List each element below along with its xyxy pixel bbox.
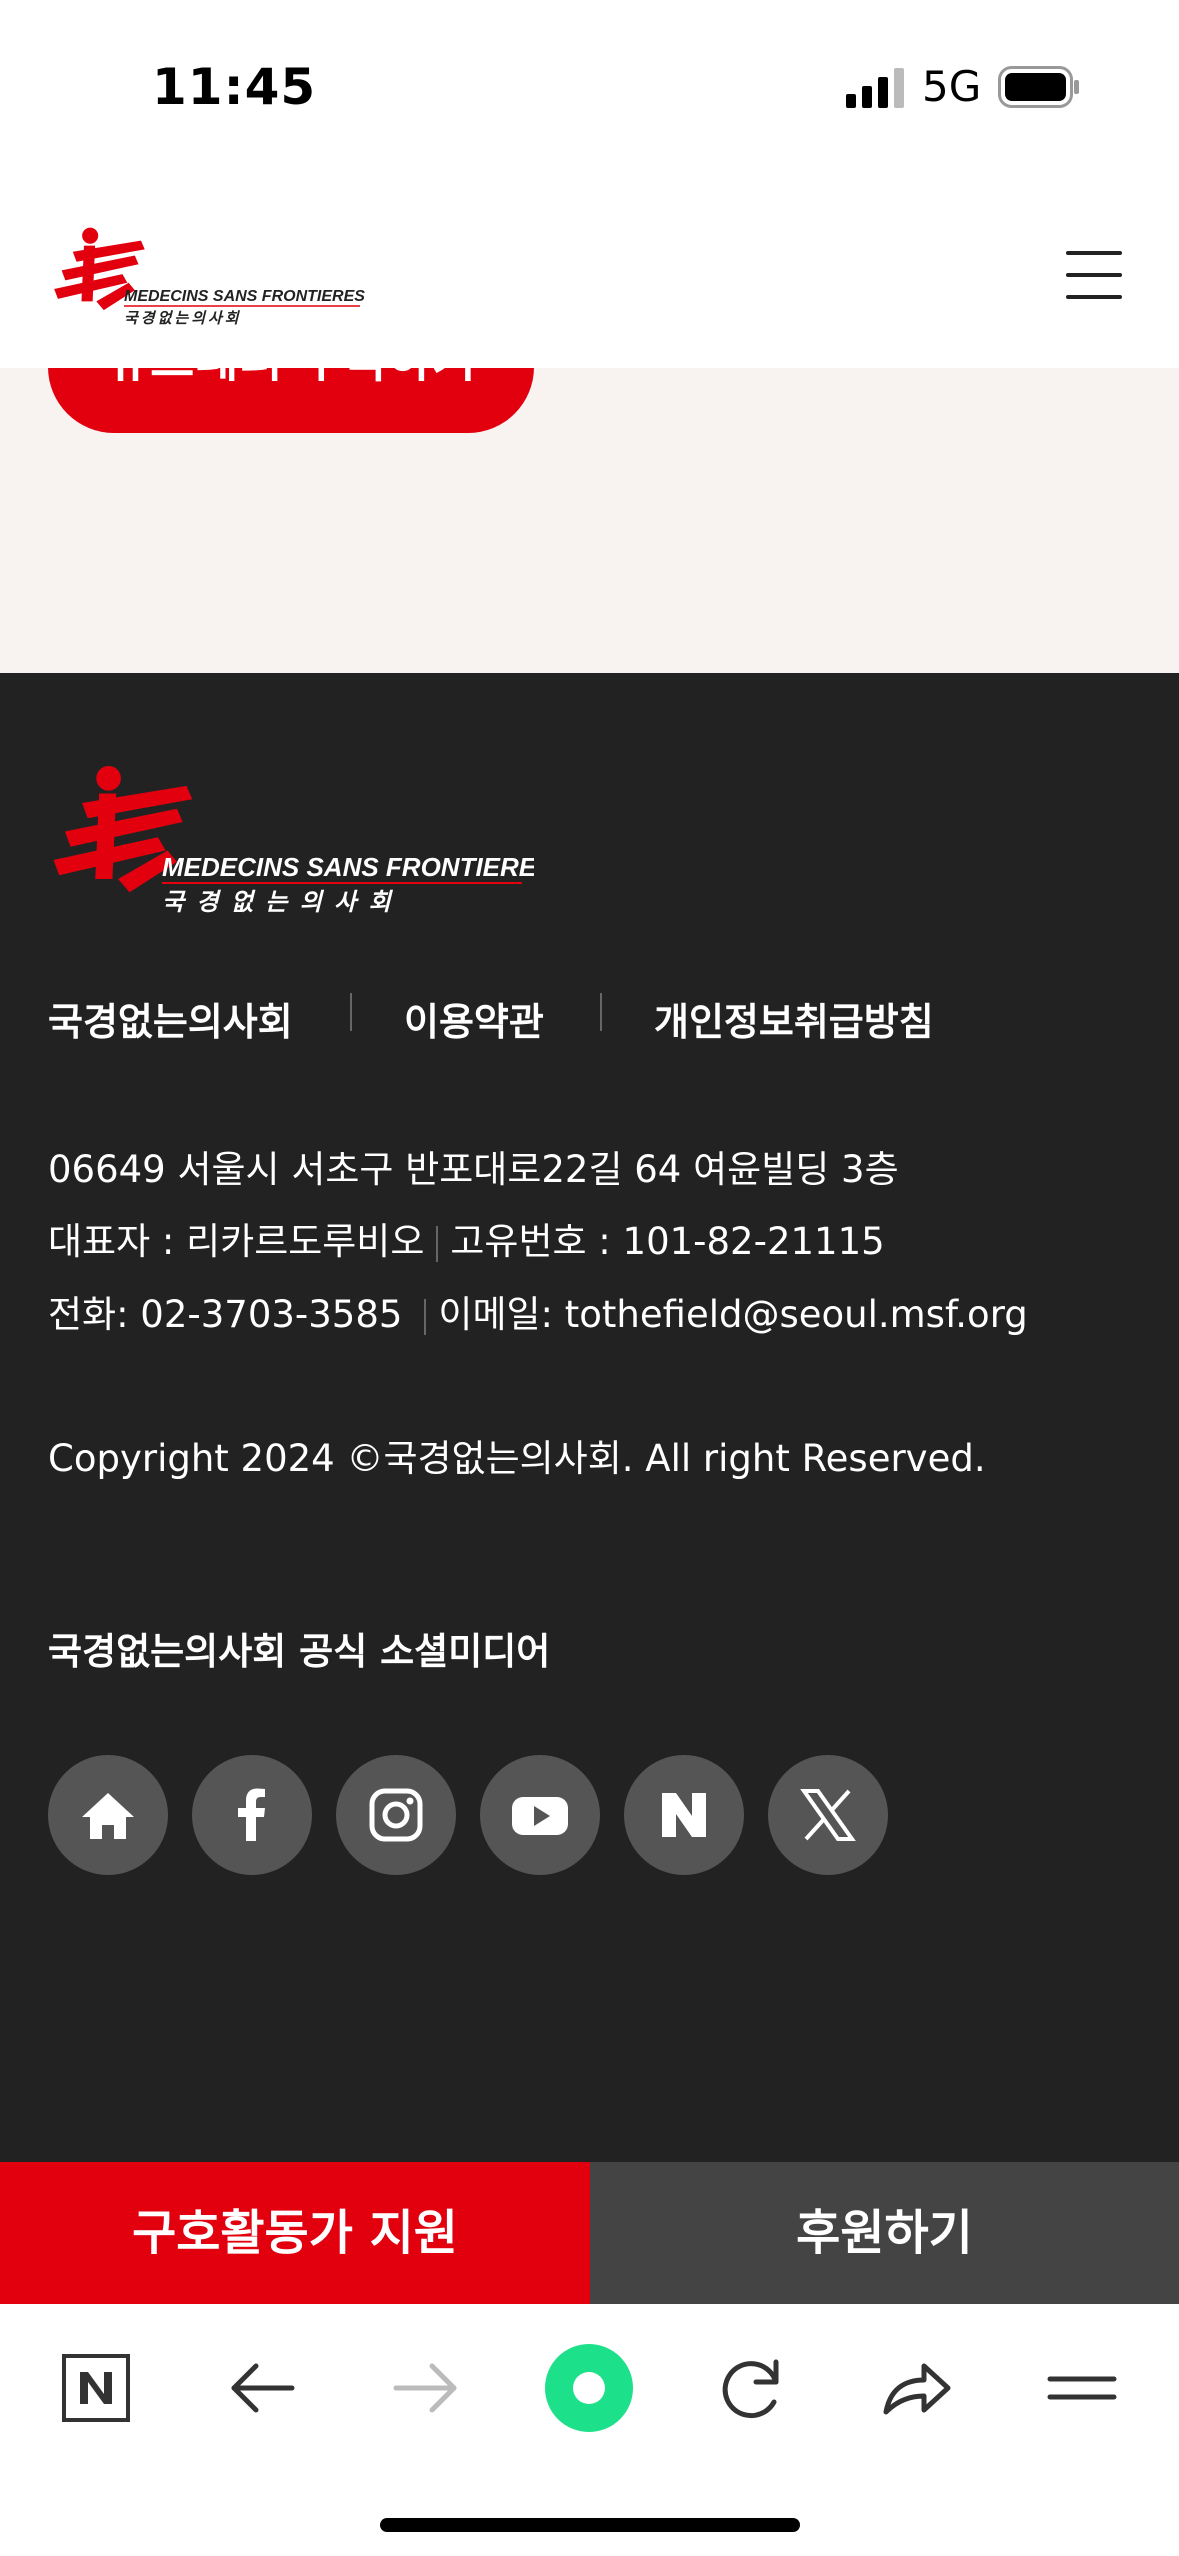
status-bar: 11:45 5G bbox=[0, 0, 1179, 175]
share-icon[interactable] bbox=[874, 2346, 958, 2430]
svg-text:MEDECINS SANS FRONTIERES: MEDECINS SANS FRONTIERES bbox=[124, 288, 365, 305]
home-icon bbox=[82, 1793, 134, 1839]
x-icon bbox=[800, 1789, 856, 1841]
status-time: 11:45 bbox=[152, 58, 317, 116]
phone: 전화: 02-3703-3585 bbox=[48, 1293, 403, 1336]
social-x-button[interactable] bbox=[768, 1755, 888, 1875]
back-arrow-icon[interactable] bbox=[220, 2346, 304, 2430]
business-number: 고유번호 : 101-82-21115 bbox=[450, 1220, 885, 1263]
social-naver-button[interactable] bbox=[624, 1755, 744, 1875]
social-instagram-button[interactable] bbox=[336, 1755, 456, 1875]
footer-contact-line: 전화: 02-3703-3585 이메일: tothefield@seoul.ms… bbox=[48, 1284, 1028, 1338]
reload-icon[interactable] bbox=[710, 2346, 794, 2430]
home-indicator[interactable] bbox=[380, 2518, 800, 2532]
svg-text:국경없는의사회: 국경없는의사회 bbox=[124, 309, 242, 327]
naver-icon bbox=[662, 1793, 706, 1837]
green-dot-icon[interactable] bbox=[541, 2340, 637, 2436]
svg-text:MEDECINS SANS FRONTIERES: MEDECINS SANS FRONTIERES bbox=[162, 852, 534, 882]
volunteer-apply-button[interactable]: 구호활동가 지원 bbox=[0, 2162, 590, 2304]
footer-link-privacy[interactable]: 개인정보취급방침 bbox=[654, 991, 934, 1046]
site-footer: MEDECINS SANS FRONTIERES 국 경 없 는 의 사 회 국… bbox=[0, 673, 1179, 2162]
copyright: Copyright 2024 ©국경없는의사회. All right Reser… bbox=[48, 1437, 986, 1480]
footer-link-msf[interactable]: 국경없는의사회 bbox=[48, 991, 293, 1046]
footer-address: 06649 서울시 서초구 반포대로22길 64 여윤빌딩 3층 bbox=[48, 1148, 899, 1191]
battery-icon bbox=[998, 66, 1079, 108]
social-facebook-button[interactable] bbox=[192, 1755, 312, 1875]
divider bbox=[350, 993, 352, 1031]
email[interactable]: 이메일: tothefield@seoul.msf.org bbox=[438, 1293, 1027, 1336]
network-type: 5G bbox=[922, 62, 982, 111]
social-media-title: 국경없는의사회 공식 소셜미디어 bbox=[48, 1630, 551, 1673]
footer-link-terms[interactable]: 이용약관 bbox=[404, 991, 544, 1046]
facebook-icon bbox=[238, 1788, 265, 1841]
menu-icon[interactable] bbox=[1040, 2346, 1124, 2430]
hamburger-menu-button[interactable] bbox=[1058, 247, 1128, 303]
social-youtube-button[interactable] bbox=[480, 1755, 600, 1875]
forward-arrow-icon[interactable] bbox=[384, 2346, 468, 2430]
msf-footer-logo[interactable]: MEDECINS SANS FRONTIERES 국 경 없 는 의 사 회 bbox=[44, 765, 534, 915]
donate-button[interactable]: 후원하기 bbox=[590, 2162, 1179, 2304]
site-header: MEDECINS SANS FRONTIERES 국경없는의사회 bbox=[0, 175, 1179, 368]
naver-tab-icon[interactable] bbox=[54, 2346, 138, 2430]
social-home-button[interactable] bbox=[48, 1755, 168, 1875]
youtube-icon bbox=[512, 1797, 568, 1835]
footer-representative-line: 대표자 : 리카르도루비오 고유번호 : 101-82-21115 bbox=[48, 1211, 885, 1265]
signal-icon bbox=[846, 68, 904, 108]
instagram-icon bbox=[369, 1788, 423, 1842]
divider bbox=[600, 993, 602, 1031]
representative: 대표자 : 리카르도루비오 bbox=[48, 1220, 425, 1263]
svg-text:국 경 없 는 의 사 회: 국 경 없 는 의 사 회 bbox=[162, 888, 394, 915]
msf-logo[interactable]: MEDECINS SANS FRONTIERES 국경없는의사회 bbox=[46, 223, 366, 331]
